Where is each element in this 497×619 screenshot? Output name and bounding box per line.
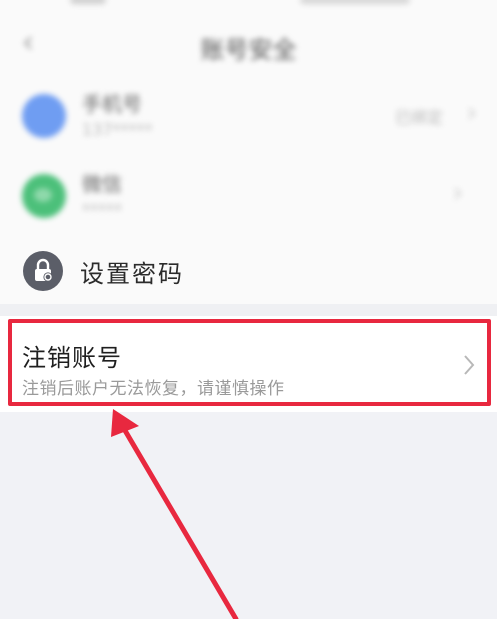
- pointer-arrow: [111, 409, 239, 619]
